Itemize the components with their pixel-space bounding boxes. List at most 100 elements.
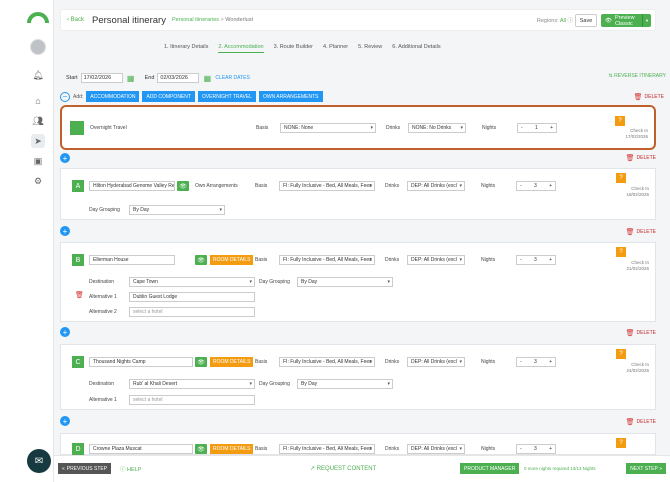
day-grouping-select[interactable]: By Day — [129, 205, 225, 215]
hotel-field[interactable]: Ellerman House — [89, 255, 175, 265]
minus-circle-icon[interactable]: − — [60, 91, 70, 102]
preview-button[interactable]: 👁︎ Preview Classic ▼ — [601, 14, 651, 27]
drinks-select[interactable]: DEP: All Drinks (excl — [407, 181, 465, 191]
add-plus-icon[interactable]: + — [60, 327, 70, 337]
drinks-select[interactable]: DEP: All Drinks (excl — [407, 444, 465, 454]
destination-select[interactable]: Cape Town — [129, 277, 255, 287]
help-link[interactable]: ⓘ HELP — [120, 465, 141, 473]
calendar-icon[interactable]: ▦ — [202, 73, 212, 83]
save-button[interactable]: Save — [575, 14, 597, 27]
nights-stepper[interactable]: -3 + — [516, 255, 556, 265]
breadcrumb-parent[interactable]: Personal itineraries — [172, 17, 219, 23]
sidebar: 🔔︎ ⌂ 👥︎ ➤ ▣ ⚙ ✉ — [0, 0, 54, 482]
add-component-button[interactable]: ADD COMPONENT — [142, 91, 195, 102]
eye-icon[interactable]: 👁︎ — [195, 357, 207, 367]
back-link[interactable]: ‹ Back — [67, 17, 84, 23]
help-icon[interactable]: ? — [615, 116, 625, 126]
add-plus-icon[interactable]: + — [60, 153, 70, 163]
tab-route-builder[interactable]: 3. Route Builder — [274, 44, 313, 53]
chat-icon[interactable]: ✉ — [27, 449, 51, 473]
drinks-select[interactable]: DEP: All Drinks (excl — [407, 357, 465, 367]
add-own-arrangements-button[interactable]: OWN ARRANGEMENTS — [258, 91, 323, 102]
basis-select[interactable]: FI: Fully Inclusive - Bed, All Meals, Fe… — [279, 181, 375, 191]
eye-icon[interactable]: 👁︎ — [195, 444, 207, 454]
tab-review[interactable]: 5. Review — [358, 44, 382, 53]
accommodation-card-c: C Thousand Nights Camp 👁︎ ROOM DETAILS B… — [60, 344, 656, 410]
bell-icon[interactable]: 🔔︎ — [31, 68, 45, 82]
hotel-field[interactable]: Hilton Hyderabad Genome Valley Res — [89, 181, 175, 191]
delete-button[interactable]: 🗑︎ DELETE — [634, 93, 664, 101]
drinks-select[interactable]: NONE: No Drinks — [408, 123, 466, 133]
destination-select[interactable]: Rub' al Khali Desert — [129, 379, 255, 389]
nights-stepper[interactable]: -3 + — [516, 181, 556, 191]
chevron-down-icon[interactable]: ▼ — [642, 14, 651, 27]
end-date-field[interactable]: 02/03/2026 — [157, 73, 200, 83]
day-grouping-select[interactable]: By Day — [297, 379, 393, 389]
nights-stepper[interactable]: -3 + — [516, 357, 556, 367]
add-plus-icon[interactable]: + — [60, 416, 70, 426]
alternative-1-field[interactable]: Dublin Guest Lodge — [129, 292, 255, 302]
accommodation-card-b: B Ellerman House 👁︎ ROOM DETAILS Basis F… — [60, 242, 656, 322]
footer: «PREVIOUS STEP ⓘ HELP ↗ REQUEST CONTENT … — [54, 455, 670, 482]
alternative-2-field[interactable]: select a hotel — [129, 307, 255, 317]
tab-additional-details[interactable]: 6. Additional Details — [392, 44, 440, 53]
basis-select[interactable]: NONE: None — [280, 123, 376, 133]
help-icon[interactable]: ? — [616, 173, 626, 183]
delete-button[interactable]: 🗑︎ DELETE — [626, 329, 656, 337]
tab-accommodation[interactable]: 2. Accommodation — [218, 44, 264, 53]
date-row: Start 17/02/2026 ▦ End 02/03/2026 ▦ CLEA… — [66, 73, 250, 83]
room-details-button[interactable]: ROOM DETAILS — [210, 444, 254, 454]
avatar[interactable] — [30, 39, 46, 55]
eye-icon[interactable]: 👁︎ — [195, 255, 207, 265]
tab-planner[interactable]: 4. Planner — [323, 44, 348, 53]
help-icon[interactable]: ? — [616, 247, 626, 257]
previous-step-button[interactable]: «PREVIOUS STEP — [58, 463, 112, 474]
trash-icon[interactable]: 🗑︎ — [75, 291, 84, 299]
trash-icon: 🗑︎ — [625, 229, 635, 236]
request-content-link[interactable]: ↗ REQUEST CONTENT — [310, 465, 376, 472]
delete-button[interactable]: 🗑︎ DELETE — [626, 154, 656, 162]
clear-dates-link[interactable]: CLEAR DATES — [215, 75, 249, 81]
room-details-button[interactable]: ROOM DETAILS — [210, 357, 254, 367]
product-manager-button[interactable]: PRODUCT MANAGER — [460, 463, 520, 474]
trash-icon: 🗑︎ — [625, 155, 635, 162]
reverse-itinerary-link[interactable]: ⇅ REVERSE ITINERARY — [609, 73, 666, 79]
breadcrumb-current: Wonderlust — [225, 17, 254, 23]
add-overnight-travel-button[interactable]: OVERNIGHT TRAVEL — [197, 91, 256, 102]
hotel-field[interactable]: Crowne Plaza Muscat — [89, 444, 193, 454]
check-in-info: Check In 18/02/2026 — [626, 186, 649, 198]
delete-button[interactable]: 🗑︎ DELETE — [626, 418, 656, 426]
check-in-info: Check In 17/02/2026 — [625, 128, 648, 140]
home-icon[interactable]: ⌂ — [31, 94, 45, 108]
add-plus-icon[interactable]: + — [60, 226, 70, 236]
chevron-left-icon: « — [62, 465, 65, 472]
tab-itinerary-details[interactable]: 1. Itinerary Details — [164, 44, 208, 53]
nights-stepper[interactable]: -1 + — [517, 123, 557, 133]
add-accommodation-button[interactable]: ACCOMMODATION — [86, 91, 140, 102]
drinks-select[interactable]: DEP: All Drinks (excl — [407, 255, 465, 265]
delete-button[interactable]: 🗑︎ DELETE — [626, 228, 656, 236]
day-grouping-select[interactable]: By Day — [297, 277, 393, 287]
trash-icon: 🗑︎ — [625, 330, 635, 337]
room-details-button[interactable]: ROOM DETAILS — [210, 255, 254, 265]
regions-filter[interactable]: Regions: All ⓘ — [537, 16, 573, 24]
trash-icon: 🗑︎ — [625, 419, 635, 426]
nights-stepper[interactable]: -3 + — [516, 444, 556, 454]
help-icon[interactable]: ? — [616, 438, 626, 448]
step-tabs: 1. Itinerary Details 2. Accommodation 3.… — [164, 44, 441, 53]
send-icon[interactable]: ➤ — [31, 134, 45, 148]
help-icon[interactable]: ? — [616, 349, 626, 359]
gear-icon[interactable]: ⚙ — [31, 174, 45, 188]
alternative-1-field[interactable]: select a hotel — [129, 395, 255, 405]
logo-icon — [27, 12, 49, 24]
hotel-field[interactable]: Thousand Nights Camp — [89, 357, 193, 367]
next-step-button[interactable]: NEXT STEP » — [626, 463, 666, 474]
start-date-field[interactable]: 17/02/2026 — [80, 73, 123, 83]
users-icon[interactable]: 👥︎ — [31, 114, 45, 128]
calendar-icon[interactable]: ▦ — [126, 73, 136, 83]
basis-select[interactable]: FI: Fully Inclusive - Bed, All Meals, Fe… — [279, 357, 375, 367]
eye-icon[interactable]: 👁︎ — [177, 181, 189, 191]
basis-select[interactable]: FI: Fully Inclusive - Bed, All Meals, Fe… — [279, 444, 375, 454]
basis-select[interactable]: FI: Fully Inclusive - Bed, All Meals, Fe… — [279, 255, 375, 265]
image-icon[interactable]: ▣ — [31, 154, 45, 168]
